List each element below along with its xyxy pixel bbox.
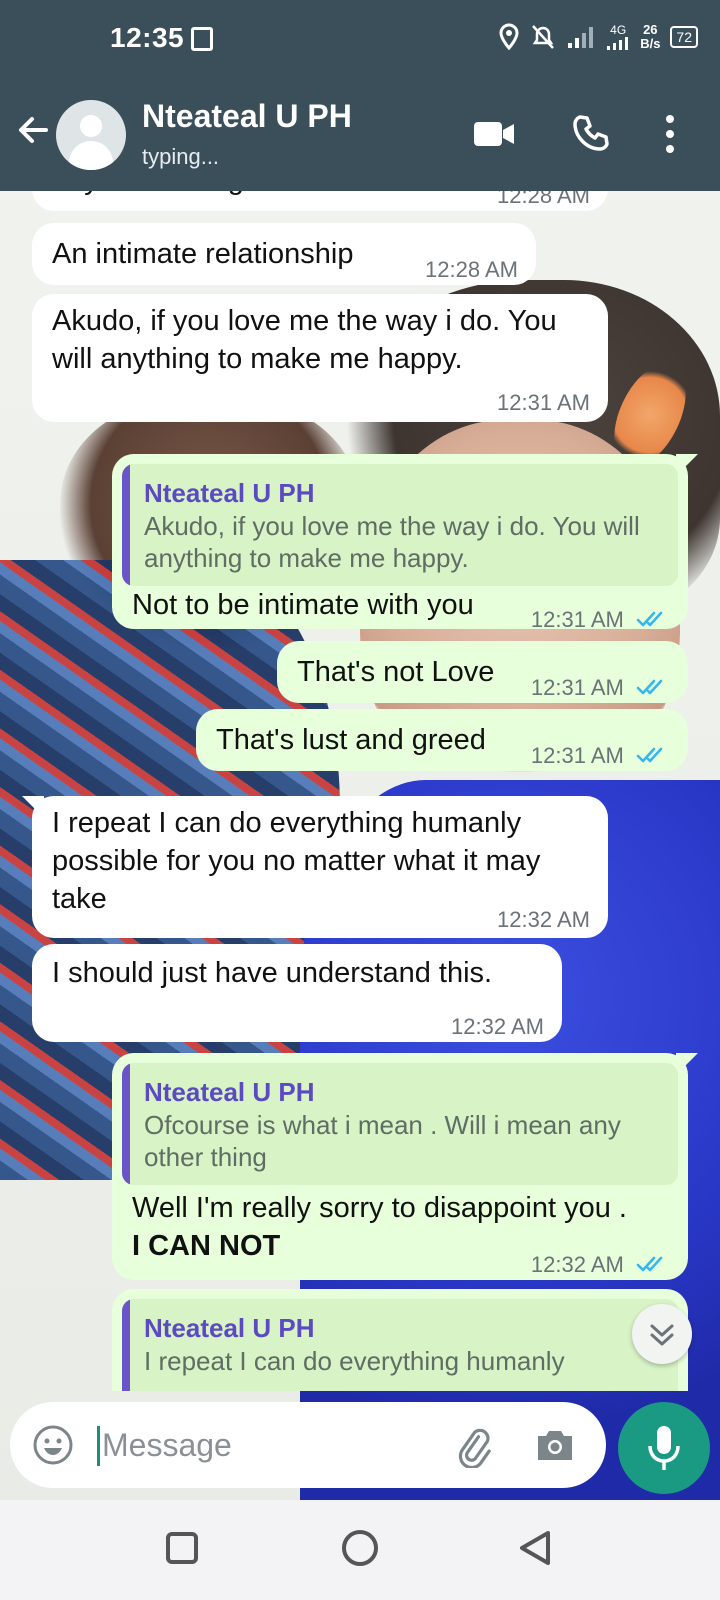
message-outgoing-reply[interactable]: Nteateal U PH I repeat I can do everythi… [112, 1289, 688, 1391]
message-incoming[interactable]: An intimate relationship 12:28 AM [32, 223, 536, 285]
composer-field[interactable] [10, 1402, 606, 1488]
video-call-icon[interactable] [472, 118, 516, 150]
message-time: 12:31 AM [531, 737, 670, 775]
camera-icon[interactable] [534, 1426, 576, 1464]
message-text: Not to be intimate with you [132, 589, 474, 621]
quote-sender: Nteateal U PH [144, 1313, 315, 1343]
scroll-down-chevron-icon [650, 1324, 674, 1346]
location-icon [498, 22, 520, 52]
contact-name[interactable]: Nteateal U PH [142, 98, 352, 135]
message-time: 12:32 AM [531, 1246, 670, 1284]
mute-bell-icon [530, 22, 556, 52]
quote-text: Akudo, if you love me the way i do. You … [144, 511, 640, 573]
voice-call-icon[interactable] [572, 114, 610, 152]
message-text: I should just have understand this. [52, 957, 493, 989]
attach-icon[interactable] [450, 1424, 494, 1468]
double-check-icon [636, 1256, 663, 1272]
message-outgoing[interactable]: That's not Love 12:31 AM [277, 641, 688, 703]
message-outgoing-reply[interactable]: Nteateal U PH Ofcourse is what i mean . … [112, 1053, 698, 1280]
mic-icon [648, 1426, 680, 1470]
message-time: 12:32 AM [497, 907, 590, 932]
quote-accent-bar [122, 1063, 130, 1185]
quote-text: I repeat I can do everything humanly [144, 1346, 565, 1376]
system-nav-bar [0, 1500, 720, 1600]
message-time: 12:31 AM [531, 601, 670, 639]
home-button[interactable] [342, 1530, 378, 1566]
message-incoming[interactable]: Akudo, if you love me the way i do. You … [32, 294, 608, 422]
message-incoming[interactable]: I should just have understand this. 12:3… [32, 944, 562, 1042]
back-arrow-icon[interactable] [12, 108, 56, 152]
data-rate-value: 26 [643, 22, 658, 37]
bubble-tail [676, 1053, 698, 1075]
message-time: 12:31 AM [497, 390, 590, 415]
message-time-label: 12:32 AM [530, 1252, 624, 1277]
network-type: 4G [606, 22, 630, 52]
battery-icon: 72 [670, 26, 698, 48]
contact-status: typing... [142, 144, 220, 169]
message-time-label: 12:31 AM [530, 743, 624, 768]
message-incoming[interactable]: any other thing 12:28 AM [32, 191, 608, 211]
data-rate-unit: B/s [640, 36, 661, 51]
message-text: An intimate relationship [52, 238, 354, 270]
quote-accent-bar [122, 464, 130, 586]
scroll-to-bottom-button[interactable] [632, 1304, 692, 1364]
message-text-bold: I CAN NOT [132, 1230, 281, 1262]
message-text: any other thing [52, 191, 244, 199]
message-time: 12:28 AM [497, 191, 590, 208]
message-time: 12:31 AM [531, 669, 670, 707]
message-text-regular: Well I'm really sorry to disappoint you … [132, 1192, 627, 1224]
mic-button[interactable] [618, 1402, 710, 1494]
double-check-icon [636, 747, 663, 763]
status-indicators: 4G 26 B/s 72 [498, 22, 698, 52]
message-text: That's lust and greed [216, 724, 486, 756]
data-rate: 26 B/s [640, 22, 660, 52]
signal-icon [566, 22, 596, 52]
message-time: 12:32 AM [451, 1014, 544, 1039]
quote-sender: Nteateal U PH [144, 1077, 315, 1107]
chat-topbar: Nteateal U PH typing... [0, 90, 720, 190]
message-input[interactable] [102, 1420, 422, 1470]
chat-header: 12:35 4G 26 B/s 72 Nteateal U PH typing.… [0, 0, 720, 191]
quoted-message[interactable]: Nteateal U PH I repeat I can do everythi… [122, 1299, 678, 1391]
double-check-icon [636, 679, 663, 695]
message-time: 12:28 AM [425, 257, 518, 282]
message-text: That's not Love [297, 656, 495, 688]
network-label: 4G [610, 23, 627, 37]
avatar[interactable] [56, 100, 126, 170]
double-check-icon [636, 611, 663, 627]
quoted-message[interactable]: Nteateal U PH Akudo, if you love me the … [122, 464, 678, 586]
message-list[interactable]: any other thing 12:28 AM An intimate rel… [0, 191, 720, 1391]
recent-apps-button[interactable] [166, 1532, 198, 1564]
quote-text: Ofcourse is what i mean . Will i mean an… [144, 1110, 621, 1172]
message-incoming[interactable]: I repeat I can do everything humanly pos… [22, 796, 608, 938]
message-text: Akudo, if you love me the way i do. You … [52, 305, 557, 375]
status-time: 12:35 [110, 22, 185, 53]
quoted-message[interactable]: Nteateal U PH Ofcourse is what i mean . … [122, 1063, 678, 1185]
message-time-label: 12:31 AM [530, 675, 624, 700]
message-outgoing-reply[interactable]: Nteateal U PH Akudo, if you love me the … [112, 454, 698, 632]
quote-sender: Nteateal U PH [144, 478, 315, 508]
bubble-tail [676, 454, 698, 476]
status-bar: 12:35 4G 26 B/s 72 [0, 0, 720, 80]
bubble-tail [22, 796, 44, 818]
emoji-icon[interactable] [32, 1424, 74, 1466]
text-caret [97, 1426, 100, 1466]
sim-icon [191, 27, 213, 51]
more-options-icon[interactable] [664, 114, 676, 154]
message-outgoing[interactable]: That's lust and greed 12:31 AM [196, 709, 688, 771]
message-time-label: 12:31 AM [530, 607, 624, 632]
nav-back-icon[interactable] [518, 1530, 552, 1566]
composer-bar [0, 1390, 720, 1500]
quote-accent-bar [122, 1299, 130, 1391]
